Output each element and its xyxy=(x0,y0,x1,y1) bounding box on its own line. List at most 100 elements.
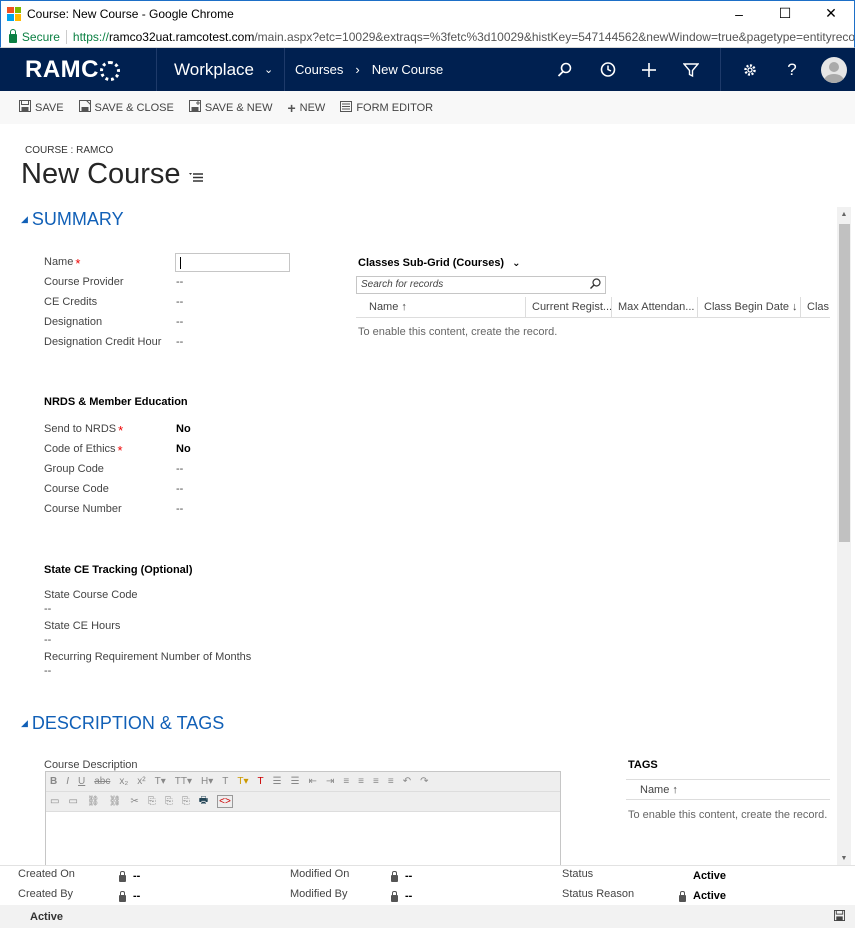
form-scrollbar[interactable]: ▲ ▼ xyxy=(837,207,851,865)
outdent-icon[interactable]: ⇤ xyxy=(309,776,317,787)
print-icon[interactable]: 🖶 xyxy=(199,793,208,810)
justify-icon[interactable]: ≡ xyxy=(388,776,394,787)
cut-icon[interactable]: ✂ xyxy=(130,796,138,807)
search-icon[interactable] xyxy=(590,278,601,292)
form-selector-icon[interactable] xyxy=(188,170,203,186)
history-icon[interactable] xyxy=(586,48,628,91)
paste-text-icon[interactable]: ⎘ xyxy=(182,796,190,807)
scroll-up-icon[interactable]: ▲ xyxy=(837,207,851,221)
name-label: Name * xyxy=(44,256,80,271)
recurring-months-value[interactable]: -- xyxy=(44,665,51,677)
secure-label[interactable]: Secure xyxy=(22,30,60,44)
close-window-button[interactable]: ✕ xyxy=(808,1,854,26)
save-icon[interactable] xyxy=(834,909,845,924)
lock-icon xyxy=(9,28,17,43)
paste-icon[interactable]: ⎘ xyxy=(165,796,173,807)
state-ce-group-title: State CE Tracking (Optional) xyxy=(44,564,193,576)
breadcrumb-new-course[interactable]: New Course xyxy=(372,62,444,77)
align-right-icon[interactable]: ≡ xyxy=(373,776,379,787)
modified-by-value: -- xyxy=(405,890,413,902)
name-field[interactable] xyxy=(175,253,290,272)
align-left-icon[interactable]: ≡ xyxy=(343,776,349,787)
collapse-triangle-icon: ◢ xyxy=(21,214,28,224)
filter-icon[interactable] xyxy=(670,48,712,91)
superscript-icon[interactable]: x² xyxy=(137,776,145,787)
state-course-code-value[interactable]: -- xyxy=(44,603,51,615)
underline-icon[interactable]: U xyxy=(78,776,85,787)
designation-value[interactable]: -- xyxy=(176,316,183,328)
breadcrumb: Courses › New Course xyxy=(285,62,443,77)
unlink-icon[interactable]: ⛓ xyxy=(109,796,122,807)
column-current-registrations[interactable]: Current Regist... xyxy=(526,297,612,317)
search-icon[interactable] xyxy=(544,48,586,91)
address-bar[interactable]: Secure https://ramco32uat.ramcotest.com/… xyxy=(0,26,855,48)
gear-icon[interactable] xyxy=(729,48,771,91)
save-close-button[interactable]: SAVE & CLOSE xyxy=(78,99,174,115)
link-icon[interactable]: ⛓ xyxy=(87,796,100,807)
save-close-label: SAVE & CLOSE xyxy=(94,101,174,114)
table-icon[interactable]: ▭ xyxy=(68,796,77,807)
indent-icon[interactable]: ⇥ xyxy=(326,776,334,787)
highlight-color-icon[interactable]: T▾ xyxy=(237,776,248,787)
column-name[interactable]: Name ↑ xyxy=(356,297,526,317)
align-center-icon[interactable]: ≡ xyxy=(358,776,364,787)
strikethrough-icon[interactable]: abc xyxy=(94,776,110,787)
status-value[interactable]: Active xyxy=(693,870,726,882)
bulleted-list-icon[interactable]: ☰ xyxy=(273,776,282,787)
italic-icon[interactable]: I xyxy=(66,776,69,787)
subscript-icon[interactable]: x₂ xyxy=(119,776,128,787)
undo-icon[interactable]: ↶ xyxy=(403,776,411,787)
modified-on-value: -- xyxy=(405,870,413,882)
source-icon[interactable]: <> xyxy=(217,795,233,808)
send-to-nrds-value[interactable]: No xyxy=(176,423,191,435)
tags-column-name[interactable]: Name ↑ xyxy=(626,779,830,800)
scroll-down-icon[interactable]: ▼ xyxy=(837,851,851,865)
maximize-button[interactable]: ☐ xyxy=(762,1,808,26)
font-color-icon[interactable]: T xyxy=(258,776,264,787)
font-size-icon[interactable]: TT▾ xyxy=(175,776,192,787)
status-label: Status xyxy=(562,868,594,880)
group-code-value[interactable]: -- xyxy=(176,463,183,475)
save-new-button[interactable]: SAVE & NEW xyxy=(188,100,272,115)
description-section-toggle[interactable]: ◢ DESCRIPTION & TAGS xyxy=(21,713,224,734)
logo-text: RAMC xyxy=(25,55,99,83)
clear-format-icon[interactable]: T xyxy=(222,776,228,787)
font-icon[interactable]: T▾ xyxy=(155,776,166,787)
classes-subgrid-title[interactable]: Classes Sub-Grid (Courses) ⌄ xyxy=(358,257,520,269)
rich-text-editor[interactable]: B I U abc x₂ x² T▾ TT▾ H▾ T T▾ T ☰ ☰ ⇤ ⇥… xyxy=(45,771,561,866)
plus-icon: + xyxy=(287,99,296,116)
copy-icon[interactable]: ⎘ xyxy=(148,796,156,807)
url-text[interactable]: https://ramco32uat.ramcotest.com/main.as… xyxy=(73,30,854,44)
avatar[interactable] xyxy=(821,56,847,83)
help-icon[interactable]: ? xyxy=(771,48,813,91)
plus-icon[interactable] xyxy=(628,48,670,91)
nav-divider xyxy=(720,48,721,91)
state-ce-hours-label: State CE Hours xyxy=(44,620,121,632)
minimize-button[interactable]: – xyxy=(716,1,762,26)
summary-section-toggle[interactable]: ◢ SUMMARY xyxy=(21,209,124,230)
designation-credit-hour-value[interactable]: -- xyxy=(176,336,183,348)
column-max-attendance[interactable]: Max Attendan... xyxy=(612,297,698,317)
course-code-value[interactable]: -- xyxy=(176,483,183,495)
form-editor-button[interactable]: FORM EDITOR xyxy=(340,100,433,115)
save-button[interactable]: SAVE xyxy=(19,100,64,115)
blockquote-icon[interactable]: ▭ xyxy=(50,796,59,807)
workplace-menu[interactable]: Workplace ⌄ xyxy=(157,48,285,91)
heading-icon[interactable]: H▾ xyxy=(201,776,213,787)
column-class-begin-date[interactable]: Class Begin Date ↓ xyxy=(698,297,801,317)
subgrid-search-input[interactable]: Search for records xyxy=(356,276,606,294)
ce-credits-value[interactable]: -- xyxy=(176,296,183,308)
course-number-value[interactable]: -- xyxy=(176,503,183,515)
redo-icon[interactable]: ↷ xyxy=(420,776,428,787)
form-editor-icon xyxy=(340,100,353,115)
scroll-thumb[interactable] xyxy=(839,224,850,542)
state-ce-hours-value[interactable]: -- xyxy=(44,634,51,646)
new-button[interactable]: + NEW xyxy=(287,100,325,116)
ramco-logo[interactable]: RAMC xyxy=(0,48,157,91)
column-class[interactable]: Clas xyxy=(801,297,830,317)
code-of-ethics-value[interactable]: No xyxy=(176,443,191,455)
course-provider-value[interactable]: -- xyxy=(176,276,183,288)
numbered-list-icon[interactable]: ☰ xyxy=(291,776,300,787)
breadcrumb-courses[interactable]: Courses xyxy=(295,62,343,77)
bold-icon[interactable]: B xyxy=(50,776,57,787)
